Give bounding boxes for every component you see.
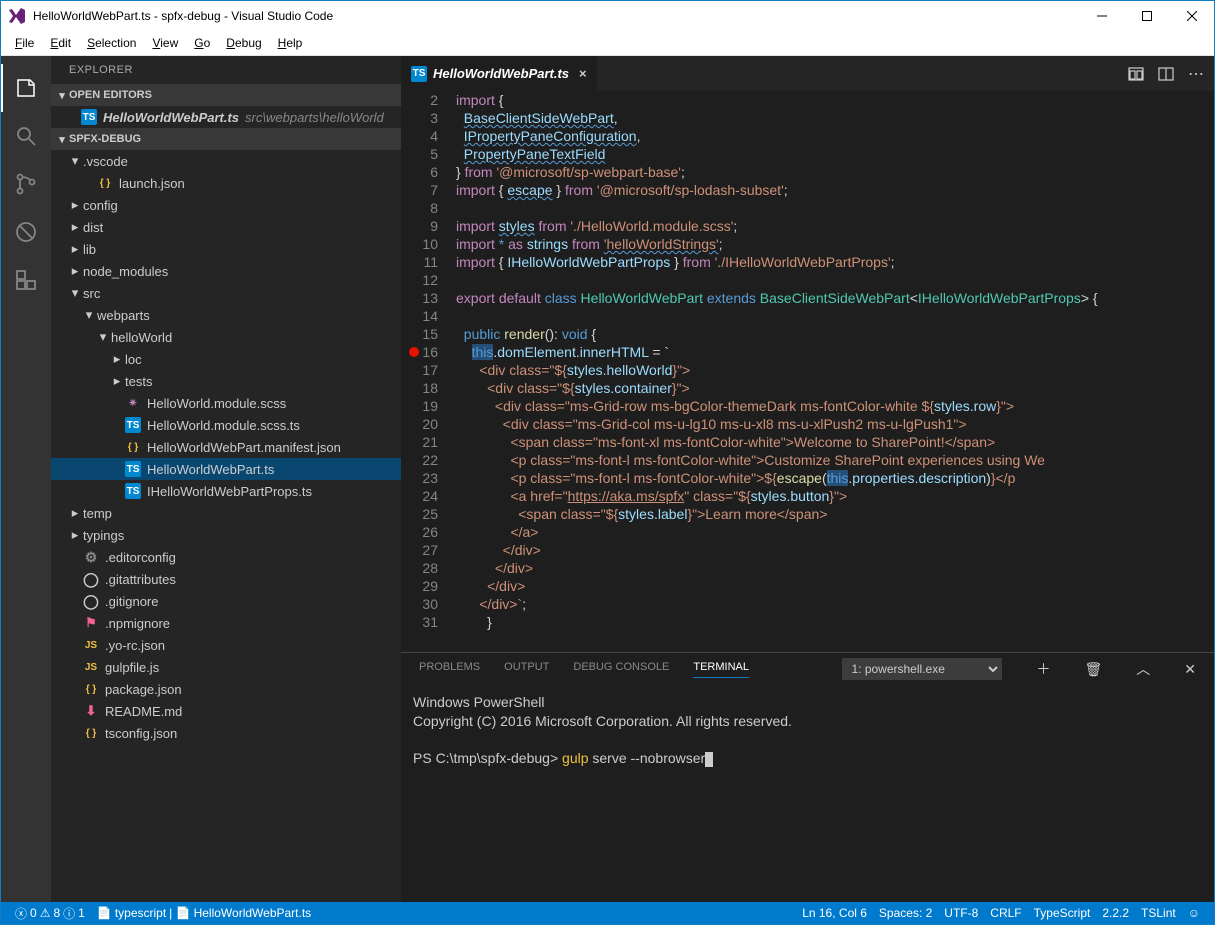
tree-folder[interactable]: ▾.vscode	[51, 150, 401, 172]
tree-file[interactable]: ⚑.npmignore	[51, 612, 401, 634]
new-terminal-icon[interactable]: ＋	[1036, 659, 1050, 679]
activity-scm-icon[interactable]	[1, 160, 51, 208]
tree-file[interactable]: ◯.gitignore	[51, 590, 401, 612]
md-icon: ⚑	[83, 615, 99, 631]
panel-tab-problems[interactable]: PROBLEMS	[419, 661, 480, 678]
status-errors[interactable]: ⓧ 0 ⚠ 8 ⓘ 1	[9, 905, 91, 922]
status-eol[interactable]: CRLF	[984, 906, 1027, 920]
menu-debug[interactable]: Debug	[218, 34, 269, 52]
panel-tab-debug-console[interactable]: DEBUG CONSOLE	[573, 661, 669, 678]
ts-icon: TS	[125, 483, 141, 499]
activity-debug-icon[interactable]	[1, 208, 51, 256]
close-tab-icon[interactable]: ×	[579, 66, 587, 81]
bottom-panel: PROBLEMS OUTPUT DEBUG CONSOLE TERMINAL 1…	[401, 652, 1214, 902]
more-icon[interactable]: ⋯	[1188, 64, 1204, 84]
tree-folder[interactable]: ▸dist	[51, 216, 401, 238]
editor-tabs: TS HelloWorldWebPart.ts × ⋯	[401, 56, 1214, 91]
json-icon: { }	[83, 681, 99, 697]
status-encoding[interactable]: UTF-8	[938, 906, 984, 920]
status-bar: ⓧ 0 ⚠ 8 ⓘ 1 📄 typescript | 📄 HelloWorldW…	[1, 902, 1214, 924]
open-editor-item[interactable]: TS HelloWorldWebPart.ts src\webparts\hel…	[51, 106, 401, 128]
tree-file[interactable]: { }HelloWorldWebPart.manifest.json	[51, 436, 401, 458]
ts-icon: TS	[125, 417, 141, 433]
menu-selection[interactable]: Selection	[79, 34, 144, 52]
menu-view[interactable]: View	[144, 34, 186, 52]
explorer-sidebar: EXPLORER ▾OPEN EDITORS TS HelloWorldWebP…	[51, 56, 401, 902]
tree-file[interactable]: JS.yo-rc.json	[51, 634, 401, 656]
activity-bar	[1, 56, 51, 902]
tree-folder[interactable]: ▸node_modules	[51, 260, 401, 282]
status-spaces[interactable]: Spaces: 2	[873, 906, 938, 920]
tree-file[interactable]: TSIHelloWorldWebPartProps.ts	[51, 480, 401, 502]
menu-go[interactable]: Go	[186, 34, 218, 52]
status-version[interactable]: 2.2.2	[1096, 906, 1135, 920]
ts-icon: TS	[125, 461, 141, 477]
activity-extensions-icon[interactable]	[1, 256, 51, 304]
tree-file[interactable]: ✴HelloWorld.module.scss	[51, 392, 401, 414]
open-editors-header[interactable]: ▾OPEN EDITORS	[51, 84, 401, 106]
minimize-button[interactable]	[1079, 1, 1124, 31]
window-title: HelloWorldWebPart.ts - spfx-debug - Visu…	[33, 9, 1079, 23]
tree-folder[interactable]: ▸typings	[51, 524, 401, 546]
kill-terminal-icon[interactable]: 🗑	[1084, 661, 1102, 678]
js-icon: JS	[83, 637, 99, 653]
menu-edit[interactable]: Edit	[42, 34, 79, 52]
sidebar-title: EXPLORER	[51, 56, 401, 84]
json-icon: { }	[125, 439, 141, 455]
close-panel-icon[interactable]: ✕	[1184, 661, 1196, 678]
status-tslint[interactable]: TSLint	[1135, 906, 1182, 920]
tree-file[interactable]: JSgulpfile.js	[51, 656, 401, 678]
maximize-panel-icon[interactable]: ︿	[1136, 659, 1150, 679]
code-editor[interactable]: 2345678910111213141516171819202122232425…	[401, 91, 1214, 652]
tree-file[interactable]: { }launch.json	[51, 172, 401, 194]
tree-folder[interactable]: ▾webparts	[51, 304, 401, 326]
menu-file[interactable]: File	[7, 34, 42, 52]
tree-folder[interactable]: ▸loc	[51, 348, 401, 370]
gh-icon: ◯	[83, 593, 99, 609]
activity-search-icon[interactable]	[1, 112, 51, 160]
tree-file[interactable]: TSHelloWorldWebPart.ts	[51, 458, 401, 480]
status-position[interactable]: Ln 16, Col 6	[796, 906, 873, 920]
js-icon: JS	[83, 659, 99, 675]
status-project[interactable]: 📄 typescript | 📄 HelloWorldWebPart.ts	[91, 906, 317, 920]
file-tree: ▾.vscode{ }launch.json▸config▸dist▸lib▸n…	[51, 150, 401, 902]
tree-file[interactable]: { }tsconfig.json	[51, 722, 401, 744]
menubar: File Edit Selection View Go Debug Help	[1, 31, 1214, 56]
close-button[interactable]	[1169, 1, 1214, 31]
tree-file[interactable]: { }package.json	[51, 678, 401, 700]
terminal-selector[interactable]: 1: powershell.exe	[842, 658, 1002, 680]
panel-tab-terminal[interactable]: TERMINAL	[693, 661, 749, 678]
dot-icon: ⚙	[83, 549, 99, 565]
split-editor-icon[interactable]	[1128, 66, 1144, 82]
json-icon: { }	[83, 725, 99, 741]
tree-folder[interactable]: ▸temp	[51, 502, 401, 524]
status-feedback-icon[interactable]: ☺	[1182, 906, 1206, 920]
json-icon: { }	[97, 175, 113, 191]
tree-file[interactable]: ⚙.editorconfig	[51, 546, 401, 568]
maximize-button[interactable]	[1124, 1, 1169, 31]
tree-file[interactable]: TSHelloWorld.module.scss.ts	[51, 414, 401, 436]
status-mode[interactable]: TypeScript	[1028, 906, 1097, 920]
tree-folder[interactable]: ▾src	[51, 282, 401, 304]
layout-icon[interactable]	[1158, 66, 1174, 82]
editor-tab[interactable]: TS HelloWorldWebPart.ts ×	[401, 56, 598, 91]
terminal[interactable]: Windows PowerShell Copyright (C) 2016 Mi…	[401, 685, 1214, 902]
gh-icon: ◯	[83, 571, 99, 587]
tree-file[interactable]: ⬇README.md	[51, 700, 401, 722]
tree-folder[interactable]: ▸config	[51, 194, 401, 216]
typescript-icon: TS	[411, 66, 427, 82]
tree-folder[interactable]: ▸lib	[51, 238, 401, 260]
panel-tab-output[interactable]: OUTPUT	[504, 661, 549, 678]
tree-file[interactable]: ◯.gitattributes	[51, 568, 401, 590]
window-titlebar: HelloWorldWebPart.ts - spfx-debug - Visu…	[1, 1, 1214, 31]
vscode-icon	[9, 8, 25, 24]
project-header[interactable]: ▾SPFX-DEBUG	[51, 128, 401, 150]
css-icon: ✴	[125, 395, 141, 411]
md-icon: ⬇	[83, 703, 99, 719]
activity-explorer-icon[interactable]	[1, 64, 51, 112]
menu-help[interactable]: Help	[270, 34, 311, 52]
typescript-icon: TS	[81, 109, 97, 125]
tree-folder[interactable]: ▾helloWorld	[51, 326, 401, 348]
tree-folder[interactable]: ▸tests	[51, 370, 401, 392]
